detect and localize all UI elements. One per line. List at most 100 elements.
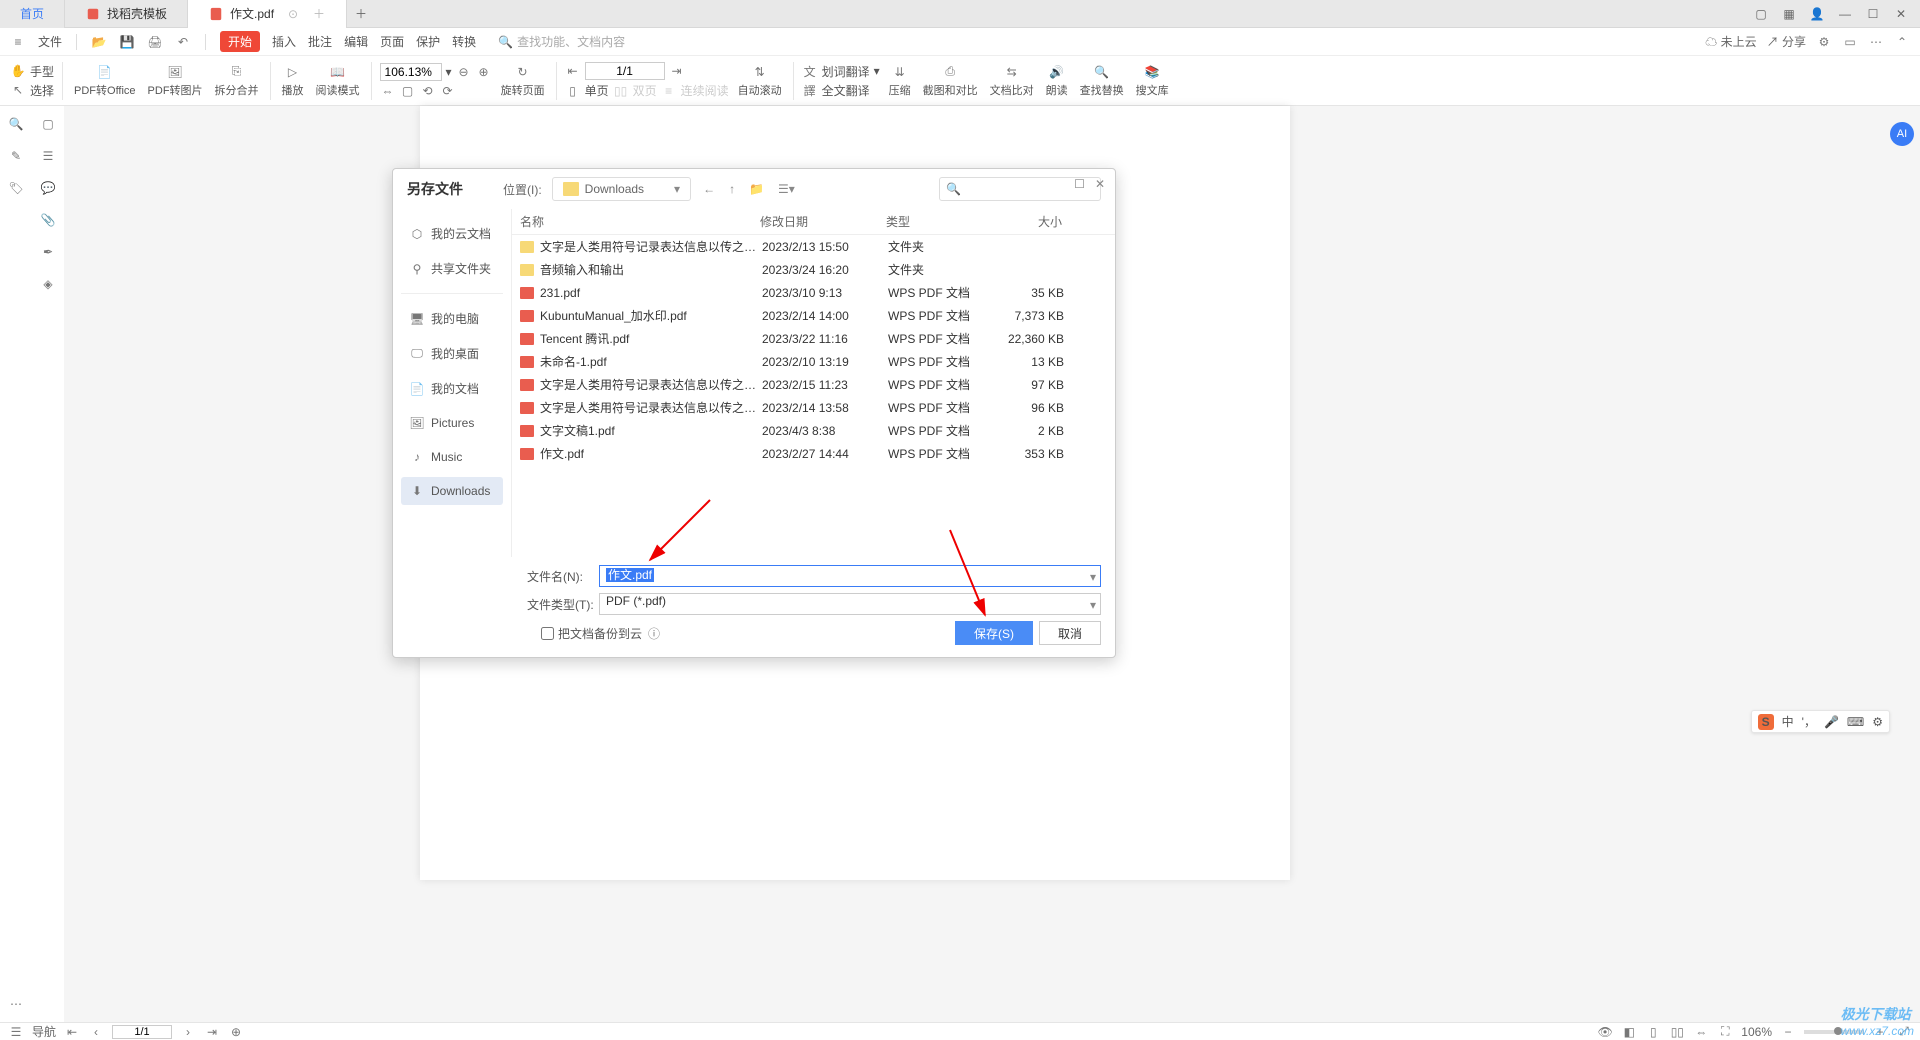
sidebar-computer[interactable]: 🖥我的电脑 [401, 304, 503, 333]
ime-settings-icon[interactable]: ⚙ [1872, 715, 1883, 729]
view-mode-icon[interactable]: ◧ [1621, 1024, 1637, 1040]
ime-keyboard-icon[interactable]: ⌨ [1847, 715, 1864, 729]
minimize-button[interactable]: — [1836, 5, 1854, 23]
file-row[interactable]: 未命名-1.pdf2023/2/10 13:19WPS PDF 文档13 KB [512, 350, 1115, 373]
sidebar-desktop[interactable]: 🖵我的桌面 [401, 339, 503, 368]
share-button[interactable]: ↗ 分享 [1767, 33, 1806, 50]
attachment-icon[interactable]: 📎 [40, 212, 56, 228]
tool-pdf2img[interactable]: 🖼PDF转图片 [145, 64, 206, 98]
menu-search[interactable]: 🔍 查找功能、文档内容 [498, 33, 625, 50]
new-folder-icon[interactable]: 📁 [747, 182, 766, 196]
cloud-status[interactable]: ☁ 未上云 [1705, 33, 1756, 50]
file-row[interactable]: 文字文稿1.pdf2023/4/3 8:38WPS PDF 文档2 KB [512, 419, 1115, 442]
thumbnails-icon[interactable]: ▢ [40, 116, 56, 132]
nav-panel-icon[interactable]: ☰ [8, 1024, 24, 1040]
single-page-label[interactable]: 单页 [585, 82, 609, 99]
chevron-down-icon[interactable]: ▾ [446, 65, 452, 79]
status-page-input[interactable] [112, 1025, 172, 1039]
zoom-out-icon[interactable]: − [1780, 1024, 1796, 1040]
fullscreen-icon[interactable]: ⛶ [1717, 1024, 1733, 1040]
page-input[interactable] [585, 62, 665, 80]
menu-page[interactable]: 页面 [380, 33, 404, 50]
search-icon[interactable]: 🔍 [8, 116, 24, 132]
panel-icon[interactable]: ▭ [1842, 34, 1858, 50]
first-page-icon[interactable]: ⇤ [565, 63, 581, 79]
backup-checkbox[interactable]: 把文档备份到云 ⓘ [541, 625, 662, 642]
tool-split-merge[interactable]: ⎘拆分合并 [212, 64, 262, 98]
fit-page-icon[interactable]: ▢ [400, 83, 416, 99]
undo-icon[interactable]: ↶ [175, 34, 191, 50]
ime-toolbar[interactable]: S 中 '， 🎤 ⌨ ⚙ [1751, 710, 1890, 733]
tool-select[interactable]: ↖选择 [10, 82, 54, 99]
nav-label[interactable]: 导航 [32, 1023, 56, 1040]
menu-file[interactable]: 文件 [38, 33, 62, 50]
menu-edit[interactable]: 编辑 [344, 33, 368, 50]
last-page-icon[interactable]: ⇥ [204, 1024, 220, 1040]
collapse-icon[interactable]: ⌃ [1894, 34, 1910, 50]
zoom-out-icon[interactable]: ⊖ [456, 64, 472, 80]
open-icon[interactable]: 📂 [91, 34, 107, 50]
filetype-select[interactable]: PDF (*.pdf) ▾ [599, 593, 1101, 615]
rotate-icon[interactable]: ⟲ [420, 83, 436, 99]
first-page-icon[interactable]: ⇤ [64, 1024, 80, 1040]
col-size[interactable]: 大小 [992, 213, 1062, 230]
tool-translate-word[interactable]: 文划词翻译 ▾ [802, 63, 880, 80]
tool-screenshot-compare[interactable]: ⎙截图和对比 [920, 64, 981, 98]
outline-icon[interactable]: ☰ [40, 148, 56, 164]
view-options-icon[interactable]: ☰▾ [776, 182, 797, 196]
eye-icon[interactable]: 👁 [1597, 1024, 1613, 1040]
add-page-icon[interactable]: ⊕ [228, 1024, 244, 1040]
tool-readmode[interactable]: 📖阅读模式 [313, 64, 363, 98]
view-single-icon[interactable]: ▯ [1645, 1024, 1661, 1040]
double-page-label[interactable]: 双页 [633, 82, 657, 99]
tool-play[interactable]: ▷播放 [279, 64, 307, 98]
dialog-close-icon[interactable]: ✕ [1095, 177, 1105, 191]
file-row[interactable]: 231.pdf2023/3/10 9:13WPS PDF 文档35 KB [512, 281, 1115, 304]
tab-document[interactable]: 作文.pdf ⊙ ＋ [188, 0, 347, 28]
avatar-icon[interactable]: 👤 [1808, 5, 1826, 23]
maximize-button[interactable]: ☐ [1864, 5, 1882, 23]
rotate-right-icon[interactable]: ⟳ [440, 83, 456, 99]
layout-icon[interactable]: ▢ [1752, 5, 1770, 23]
next-page-icon[interactable]: › [180, 1024, 196, 1040]
prev-page-icon[interactable]: ‹ [88, 1024, 104, 1040]
location-dropdown[interactable]: Downloads ▾ [552, 177, 691, 201]
menu-convert[interactable]: 转换 [452, 33, 476, 50]
print-icon[interactable]: 🖨 [147, 34, 163, 50]
file-row[interactable]: 音频输入和输出2023/3/24 16:20文件夹 [512, 258, 1115, 281]
hamburger-icon[interactable]: ≡ [10, 34, 26, 50]
tab-options-icon[interactable]: ⊙ [286, 7, 300, 21]
tool-find-replace[interactable]: 🔍查找替换 [1077, 64, 1127, 98]
sidebar-share[interactable]: ⚲共享文件夹 [401, 254, 503, 283]
sidebar-downloads[interactable]: ⬇Downloads [401, 477, 503, 505]
tool-rotate-page[interactable]: ↻旋转页面 [498, 64, 548, 98]
filename-input[interactable]: 作文.pdf ▾ [599, 565, 1101, 587]
more-icon[interactable]: ⋯ [8, 996, 24, 1012]
tool-compress[interactable]: ⇊压缩 [886, 64, 914, 98]
signature-icon[interactable]: ✒ [40, 244, 56, 260]
tab-home[interactable]: 首页 [0, 0, 65, 28]
tab-add-button[interactable]: ＋ [347, 5, 375, 22]
file-row[interactable]: 作文.pdf2023/2/27 14:44WPS PDF 文档353 KB [512, 442, 1115, 465]
menu-protect[interactable]: 保护 [416, 33, 440, 50]
tool-search-lib[interactable]: 📚搜文库 [1133, 64, 1172, 98]
tool-hand[interactable]: ✋手型 [10, 63, 54, 80]
backup-checkbox-input[interactable] [541, 627, 554, 640]
more-icon[interactable]: ⋯ [1868, 34, 1884, 50]
chevron-down-icon[interactable]: ▾ [1090, 570, 1096, 584]
col-date[interactable]: 修改日期 [760, 213, 886, 230]
fit-icon[interactable]: ⇔ [1693, 1024, 1709, 1040]
sidebar-documents[interactable]: 📄我的文档 [401, 374, 503, 403]
view-double-icon[interactable]: ▯▯ [1669, 1024, 1685, 1040]
bookmark-icon[interactable]: 🏷 [8, 180, 24, 196]
tool-read-aloud[interactable]: 🔊朗读 [1043, 64, 1071, 98]
tool-icon[interactable]: ✎ [8, 148, 24, 164]
nav-back-icon[interactable]: ← [701, 182, 717, 196]
chevron-down-icon[interactable]: ▾ [1090, 598, 1096, 612]
tab-templates[interactable]: 找稻壳模板 [65, 0, 188, 28]
file-row[interactable]: 文字是人类用符号记录表达信息以传之久远的方式...2023/2/13 15:50… [512, 235, 1115, 258]
zoom-in-icon[interactable]: + [1872, 1024, 1888, 1040]
zoom-input[interactable] [380, 63, 442, 81]
layers-icon[interactable]: ◈ [40, 276, 56, 292]
tool-pdf2office[interactable]: 📄PDF转Office [71, 64, 139, 98]
